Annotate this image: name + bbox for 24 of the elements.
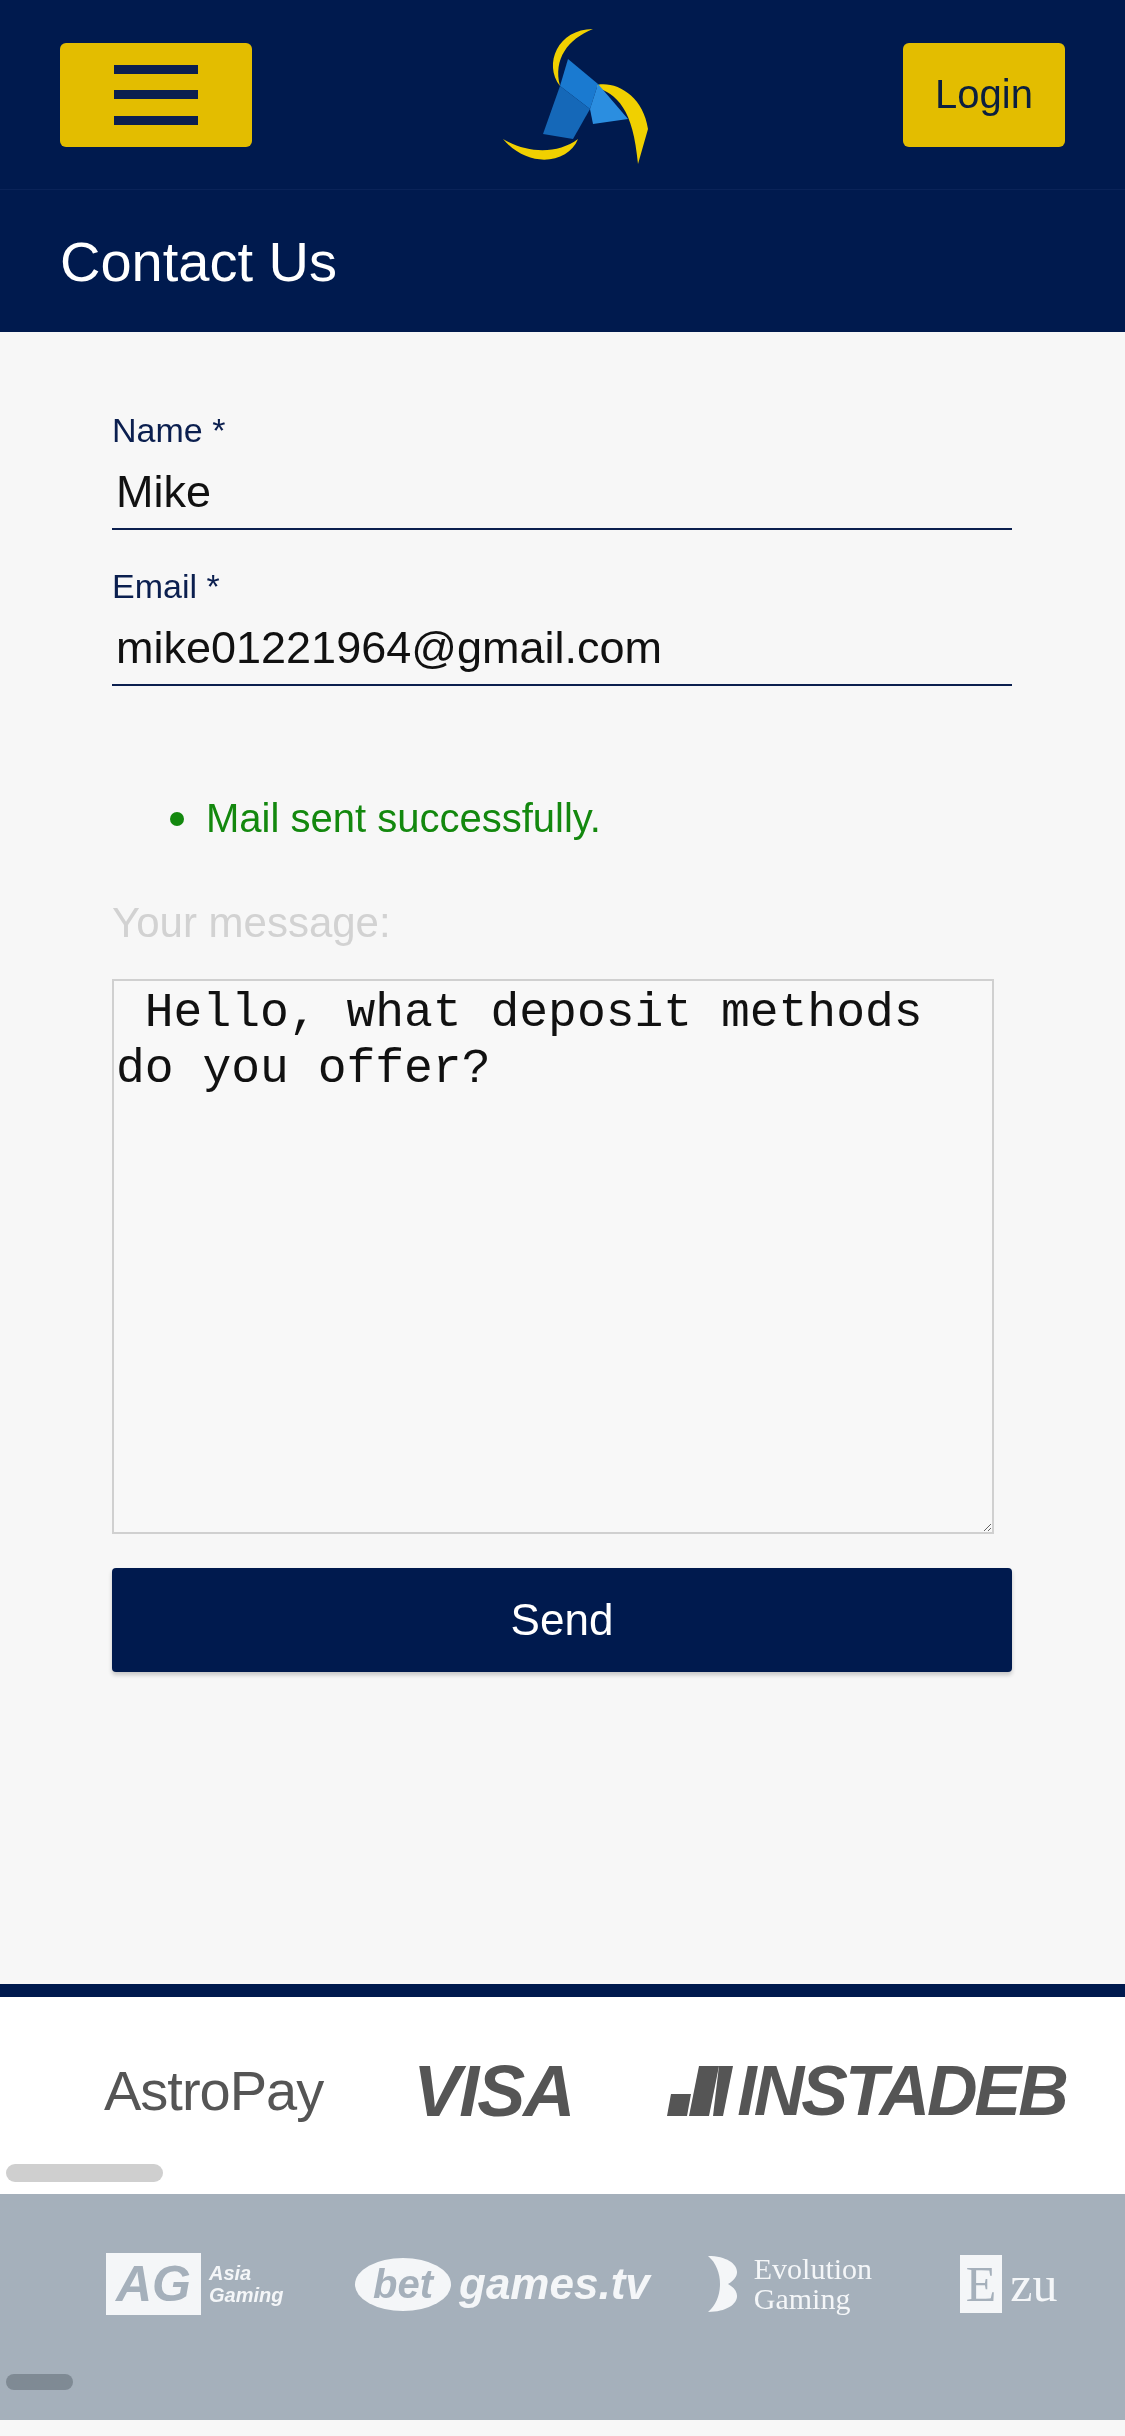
status-message: Mail sent successfully. — [206, 796, 601, 841]
input-field[interactable]: mike01221964@gmail.com — [112, 608, 1012, 686]
logo-text: zu — [1010, 2255, 1058, 2313]
menu-button[interactable] — [60, 42, 252, 147]
input-field[interactable]: Mike — [112, 452, 1012, 530]
page-title: Contact Us — [60, 228, 337, 294]
send-button[interactable]: Send — [112, 1568, 1012, 1672]
visa-logo: VISA — [413, 2049, 574, 2132]
field-label: Name * — [112, 410, 227, 451]
logo-text: Evolution Gaming — [753, 2254, 874, 2314]
instadebit-logo: INSTADEB — [737, 2050, 1066, 2131]
bet-logo: bet — [355, 2257, 451, 2311]
scrollbar-thumb[interactable] — [6, 2164, 163, 2182]
ezugi-logo: E — [959, 2255, 1003, 2313]
scrollbar-thumb[interactable] — [6, 2374, 73, 2390]
login-button[interactable]: Login — [903, 42, 1065, 147]
logo-text: Asia Gaming — [209, 2262, 285, 2306]
astropay-logo: AstroPay — [104, 2058, 324, 2123]
message-field[interactable]: Hello, what deposit methods do you offer? — [112, 979, 994, 1534]
field-label: Email * — [112, 566, 221, 607]
ag-logo: AG — [106, 2253, 201, 2315]
menu-icon — [114, 64, 198, 125]
bullet-icon — [170, 811, 184, 826]
logo-text: games.tv — [459, 2259, 650, 2309]
